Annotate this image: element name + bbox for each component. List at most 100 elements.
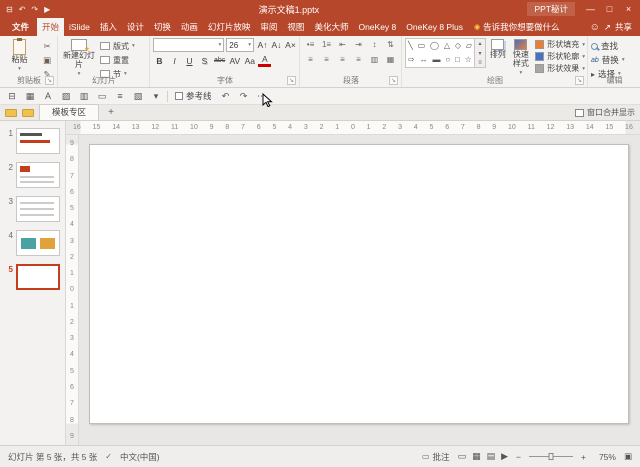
reading-view-icon[interactable]: ▤ — [487, 451, 496, 462]
editing-canvas[interactable] — [79, 135, 640, 445]
decrease-font-icon[interactable]: A↓ — [270, 39, 283, 52]
slideshow-view-icon[interactable]: ▶ — [501, 451, 508, 462]
tab-view[interactable]: 视图 — [282, 18, 309, 36]
start-slideshow-icon[interactable]: ▶ — [44, 5, 50, 14]
redo-icon[interactable]: ↷ — [31, 5, 38, 14]
tab-animations[interactable]: 动画 — [176, 18, 203, 36]
zoom-slider[interactable] — [529, 453, 573, 460]
table-icon[interactable]: ▥ — [77, 91, 91, 102]
more-icon[interactable]: ⋯ — [255, 91, 269, 102]
shape-option-icon[interactable]: ▱ — [466, 42, 472, 50]
char-spacing-button[interactable]: AV — [228, 54, 241, 67]
slide-thumbnail[interactable] — [16, 128, 60, 154]
find-button[interactable]: 查找 — [591, 40, 625, 52]
replace-button[interactable]: ab 替换 ▾ — [591, 54, 625, 66]
copy-icon[interactable]: ▣ — [39, 54, 55, 66]
gallery-scroll-icon[interactable]: ▴ — [478, 40, 481, 47]
shape-option-icon[interactable]: ▭ — [418, 42, 426, 50]
tab-design[interactable]: 设计 — [122, 18, 149, 36]
tab-islide[interactable]: iSlide — [64, 18, 95, 36]
slide-sorter-view-icon[interactable]: ▦ — [472, 451, 481, 462]
maximize-button[interactable]: □ — [600, 1, 619, 17]
redo-icon[interactable]: ↷ — [237, 91, 251, 102]
guides-checkbox[interactable] — [175, 92, 183, 100]
align-center-icon[interactable]: ≡ — [319, 53, 334, 66]
increase-font-icon[interactable]: A↑ — [256, 39, 269, 52]
minimize-button[interactable]: — — [581, 1, 600, 17]
drawing-dialog-launcher-icon[interactable]: ↘ — [575, 76, 584, 85]
shape-fill-button[interactable]: 形状填充 ▾ — [535, 39, 585, 50]
save-icon[interactable]: ⊟ — [5, 91, 19, 102]
shapes-gallery-scrollbar[interactable]: ▴ ▾ ≡ — [475, 38, 486, 68]
add-tab-button[interactable]: + — [104, 107, 118, 118]
shape-effects-button[interactable]: 形状效果 ▾ — [535, 63, 585, 74]
shape-outline-button[interactable]: 形状轮廓 ▾ — [535, 51, 585, 62]
font-color-button[interactable]: A — [258, 54, 272, 67]
current-slide[interactable] — [89, 144, 629, 424]
tab-slideshow[interactable]: 幻灯片放映 — [203, 18, 256, 36]
shape-option-icon[interactable]: △ — [444, 42, 450, 50]
italic-button[interactable]: I — [168, 54, 181, 67]
ppt-plugin-button[interactable]: PPT秘计 — [527, 2, 575, 16]
columns-icon[interactable]: ▥ — [367, 53, 382, 66]
textbox-icon[interactable]: A — [41, 91, 55, 102]
numbering-icon[interactable]: 1≡ — [319, 38, 334, 51]
bullets-icon[interactable]: •≡ — [303, 38, 318, 51]
gallery-scroll-icon[interactable]: ≡ — [478, 60, 482, 66]
save-icon[interactable]: ⊟ — [6, 5, 13, 14]
shape-option-icon[interactable]: ▬ — [432, 56, 440, 64]
normal-view-icon[interactable]: ▭ — [458, 451, 467, 462]
justify-icon[interactable]: ≡ — [351, 53, 366, 66]
slide-thumbnail[interactable] — [16, 196, 60, 222]
shape-option-icon[interactable]: ◯ — [430, 42, 439, 50]
shapes-gallery[interactable]: ╲ ▭ ◯ △ ◇ ▱ ⇨ ↔ ▬ ○ □ ☆ — [405, 38, 475, 68]
cut-icon[interactable]: ✂ — [39, 40, 55, 52]
slide-thumbnail[interactable] — [16, 162, 60, 188]
shape-option-icon[interactable]: ╲ — [408, 42, 413, 50]
align-icon[interactable]: ≡ — [113, 91, 127, 102]
view-grid-icon[interactable]: ▦ — [23, 91, 37, 102]
zoom-out-button[interactable]: − — [516, 452, 521, 462]
spellcheck-icon[interactable]: ✓ — [105, 452, 112, 461]
gallery-scroll-icon[interactable]: ▾ — [478, 50, 481, 57]
font-dialog-launcher-icon[interactable]: ↘ — [287, 76, 296, 85]
increase-indent-icon[interactable]: ⇥ — [351, 38, 366, 51]
tab-template-zone[interactable]: 模板专区 — [39, 104, 100, 120]
reset-button[interactable]: 重置 — [100, 54, 135, 66]
clipboard-dialog-launcher-icon[interactable]: ↘ — [45, 76, 54, 85]
line-spacing-icon[interactable]: ↕ — [367, 38, 382, 51]
language-indicator[interactable]: 中文(中国) — [120, 451, 160, 463]
comments-button[interactable]: ▭ 批注 — [422, 451, 450, 463]
dropdown-icon[interactable]: ▾ — [149, 91, 163, 102]
zoom-level[interactable]: 75% — [594, 452, 616, 462]
guides-toggle[interactable]: 参考线 — [172, 90, 215, 102]
folder-open-icon[interactable] — [22, 109, 34, 117]
shape-option-icon[interactable]: ☆ — [465, 56, 472, 64]
slide-thumbnail-panel[interactable]: 1 2 3 4 5 — [0, 121, 66, 445]
tab-beautify-master[interactable]: 美化大师 — [309, 18, 353, 36]
align-left-icon[interactable]: ≡ — [303, 53, 318, 66]
tab-onekey8plus[interactable]: OneKey 8 Plus — [401, 18, 468, 36]
tab-home[interactable]: 开始 — [37, 18, 65, 36]
share-button[interactable]: ☺ ↗ 共享 — [582, 18, 640, 36]
shape-option-icon[interactable]: ○ — [445, 56, 450, 64]
picture-icon[interactable]: ▨ — [59, 91, 73, 102]
new-slide-button[interactable]: 新建幻灯片 ▾ — [61, 38, 97, 77]
layout-button[interactable]: 版式 ▾ — [100, 40, 135, 52]
paste-button[interactable]: 粘贴 ▾ — [3, 38, 36, 72]
paragraph-dialog-launcher-icon[interactable]: ↘ — [389, 76, 398, 85]
clear-format-icon[interactable]: A× — [284, 39, 297, 52]
shape-option-icon[interactable]: ↔ — [420, 56, 428, 64]
smartart-icon[interactable]: ▦ — [383, 53, 398, 66]
tab-onekey8[interactable]: OneKey 8 — [353, 18, 401, 36]
tab-transitions[interactable]: 切换 — [149, 18, 176, 36]
zoom-in-button[interactable]: + — [581, 452, 586, 462]
tab-insert[interactable]: 插入 — [95, 18, 122, 36]
bold-button[interactable]: B — [153, 54, 166, 67]
folder-icon[interactable] — [5, 109, 17, 117]
tab-review[interactable]: 审阅 — [255, 18, 282, 36]
font-size-select[interactable]: 26 ▾ — [226, 38, 254, 52]
tab-file[interactable]: 文件 — [4, 18, 37, 36]
slide-thumbnail[interactable] — [16, 264, 60, 290]
decrease-indent-icon[interactable]: ⇤ — [335, 38, 350, 51]
